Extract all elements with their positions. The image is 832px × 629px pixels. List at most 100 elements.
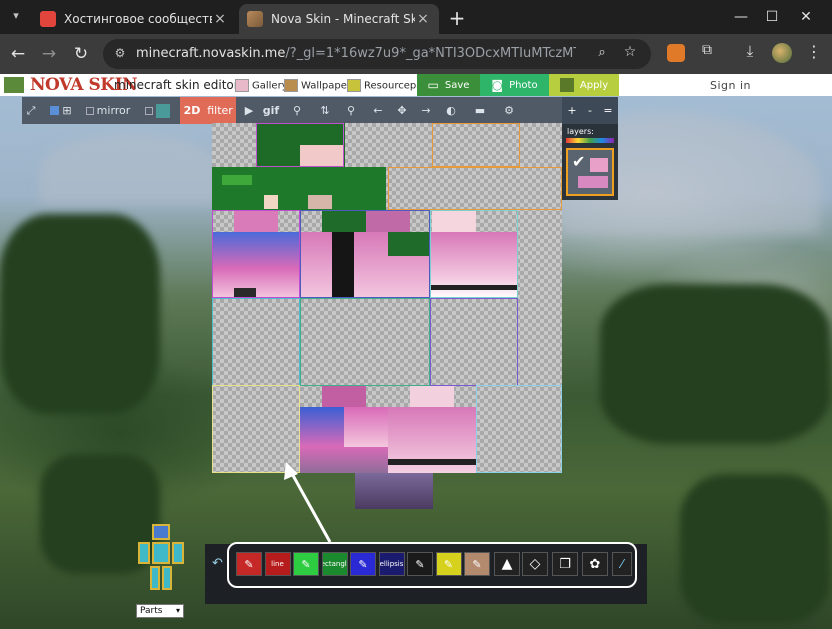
swap-icon[interactable]: ⇅ bbox=[314, 97, 336, 124]
layers-panel: layers: ✔ bbox=[562, 124, 618, 200]
pen-icon: ✎ bbox=[443, 557, 454, 571]
layer-color-bar bbox=[566, 138, 614, 143]
reload-icon[interactable]: ↻ bbox=[69, 42, 93, 66]
parts-select-value: Parts bbox=[140, 606, 163, 616]
nav-wallpapers[interactable]: Wallpapers bbox=[284, 79, 356, 92]
arrow-shaft bbox=[288, 469, 332, 543]
profile-avatar[interactable] bbox=[772, 43, 792, 63]
sign-in-link[interactable]: Sign in bbox=[710, 79, 751, 92]
menu-kebab-icon[interactable]: ⋮ bbox=[806, 42, 822, 62]
remove-layer-button[interactable]: - bbox=[582, 97, 598, 124]
resourcepack-icon bbox=[347, 79, 361, 92]
new-tab-button[interactable]: + bbox=[446, 8, 468, 30]
zoom-icon[interactable]: ⌕ bbox=[593, 45, 611, 63]
close-window-icon[interactable]: ✕ bbox=[792, 6, 820, 28]
gallery-icon bbox=[235, 79, 249, 92]
grass-block-icon bbox=[559, 78, 574, 92]
wallpapers-icon bbox=[284, 79, 298, 92]
apply-button[interactable]: Apply bbox=[549, 74, 619, 96]
grid-icon: ⊞ bbox=[62, 104, 72, 117]
forward-arrow-icon[interactable]: → bbox=[37, 42, 61, 66]
tool-rectangle-button[interactable]: rectangle bbox=[321, 552, 348, 576]
url-host: minecraft.novaskin.me bbox=[136, 46, 286, 61]
nova-skin-page: NOVA SKIN minecraft skin editor Gallery … bbox=[0, 74, 832, 629]
extension-fox-icon[interactable] bbox=[667, 44, 685, 62]
mirror-toggle[interactable]: mirror bbox=[85, 97, 131, 124]
close-tab-icon[interactable]: × bbox=[212, 11, 228, 27]
spray-icon: ✎ bbox=[415, 557, 425, 571]
merge-layer-button[interactable]: = bbox=[600, 97, 616, 124]
annotation-arrow bbox=[284, 462, 332, 543]
background-icon[interactable]: ▬ bbox=[468, 97, 492, 124]
skin-texture-canvas[interactable] bbox=[212, 123, 562, 473]
tab-timeweb[interactable]: Хостинговое сообщество «Tim × bbox=[32, 4, 236, 34]
tab-nova-skin[interactable]: Nova Skin - Minecraft Skin Edito × bbox=[239, 4, 439, 34]
download-icon[interactable]: ⤓ bbox=[740, 42, 760, 62]
tool-ellipsis-button[interactable]: ellipsis bbox=[378, 552, 405, 576]
nova-skin-mascot-icon bbox=[4, 77, 24, 93]
browser-tab-bar: ▾ Хостинговое сообщество «Tim × Nova Ski… bbox=[0, 0, 832, 34]
filter-button[interactable]: filter bbox=[204, 97, 236, 124]
overlay-toggle[interactable] bbox=[140, 97, 174, 124]
fullscreen-icon[interactable]: ⤢ bbox=[22, 97, 40, 124]
tool-label: ellipsis bbox=[379, 560, 404, 568]
editor-toolbar: ⤢ ⊞ mirror 2D filter ▶ gif ⚲ ⇅ ⚲ ← ✥ → ◐… bbox=[22, 97, 562, 124]
mirror-label: mirror bbox=[96, 104, 131, 117]
zoom-out-icon[interactable]: ⚲ bbox=[340, 97, 362, 124]
layer-thumbnail[interactable]: ✔ bbox=[566, 148, 614, 196]
maximize-icon[interactable]: ☐ bbox=[758, 6, 786, 28]
extensions-puzzle-icon[interactable]: ⧉ bbox=[697, 42, 717, 62]
grid-toggle[interactable]: ⊞ bbox=[48, 97, 74, 124]
tool-marker-button[interactable]: ✎ bbox=[350, 552, 376, 576]
head-view-icon[interactable]: ◐ bbox=[440, 97, 462, 124]
tool-dropper-button[interactable]: ✎ bbox=[464, 552, 490, 576]
gif-button[interactable]: gif bbox=[260, 97, 282, 124]
parts-select[interactable]: Parts ▾ bbox=[136, 604, 184, 618]
camera-icon: ◙ bbox=[491, 78, 504, 92]
undo-icon[interactable]: ↶ bbox=[212, 556, 223, 571]
timeweb-favicon-icon bbox=[40, 11, 56, 27]
move-left-icon[interactable]: ← bbox=[368, 97, 388, 124]
checkbox-checked-icon bbox=[50, 106, 60, 115]
nav-gallery[interactable]: Gallery bbox=[235, 79, 288, 92]
settings-icon[interactable]: ⚙ bbox=[498, 97, 520, 124]
site-top-nav: NOVA SKIN minecraft skin editor Gallery … bbox=[0, 74, 832, 96]
checkbox-icon bbox=[144, 106, 153, 115]
body-parts-selector[interactable] bbox=[138, 522, 186, 596]
layer-visible-check-icon[interactable]: ✔ bbox=[572, 152, 585, 171]
browser-toolbar: ← → ↻ ⚙ minecraft.novaskin.me/?_gl=1*16w… bbox=[0, 34, 832, 74]
url-path: /?_gl=1*16wz7u9*_ga*NTI3ODcxMTIuMTczMTU3… bbox=[285, 46, 576, 61]
photo-button[interactable]: ◙ Photo bbox=[480, 74, 549, 96]
tool-pencil-button[interactable]: ✎ bbox=[236, 552, 262, 576]
mode-2d-button[interactable]: 2D bbox=[180, 97, 204, 124]
photo-label: Photo bbox=[509, 79, 538, 91]
add-layer-button[interactable]: + bbox=[564, 97, 580, 124]
play-icon[interactable]: ▶ bbox=[240, 97, 258, 124]
site-info-icon[interactable]: ⚙ bbox=[112, 46, 128, 62]
tab-list-icon[interactable]: ▾ bbox=[8, 9, 24, 25]
tool-bucket-button[interactable]: ✎ bbox=[293, 552, 319, 576]
close-tab-icon[interactable]: × bbox=[415, 11, 431, 27]
chevron-down-icon: ▾ bbox=[175, 606, 180, 615]
site-subtitle: minecraft skin editor bbox=[114, 78, 239, 92]
tool-line-button[interactable]: line bbox=[264, 552, 291, 576]
pencil-icon: ✎ bbox=[244, 557, 254, 571]
tab-title: Nova Skin - Minecraft Skin Edito bbox=[271, 12, 415, 26]
save-label: Save bbox=[444, 79, 470, 91]
dropper-icon: ✎ bbox=[472, 557, 482, 571]
bucket-icon: ✎ bbox=[301, 557, 311, 571]
url-text: minecraft.novaskin.me/?_gl=1*16wz7u9*_ga… bbox=[136, 46, 576, 61]
zoom-in-icon[interactable]: ⚲ bbox=[286, 97, 308, 124]
tool-pen-button[interactable]: ✎ bbox=[435, 552, 462, 576]
move-right-icon[interactable]: → bbox=[416, 97, 436, 124]
tool-spray-button[interactable]: ✎ bbox=[407, 552, 433, 576]
save-button[interactable]: ▭ Save bbox=[417, 74, 480, 96]
checkbox-icon bbox=[85, 106, 94, 115]
address-bar[interactable]: ⚙ minecraft.novaskin.me/?_gl=1*16wz7u9*_… bbox=[103, 39, 651, 69]
layers-label: layers: bbox=[567, 127, 594, 136]
move-icon[interactable]: ✥ bbox=[392, 97, 412, 124]
back-arrow-icon[interactable]: ← bbox=[6, 42, 30, 66]
star-icon[interactable]: ☆ bbox=[621, 44, 639, 62]
minimize-icon[interactable]: — bbox=[727, 6, 755, 28]
nav-label: Gallery bbox=[252, 80, 288, 92]
